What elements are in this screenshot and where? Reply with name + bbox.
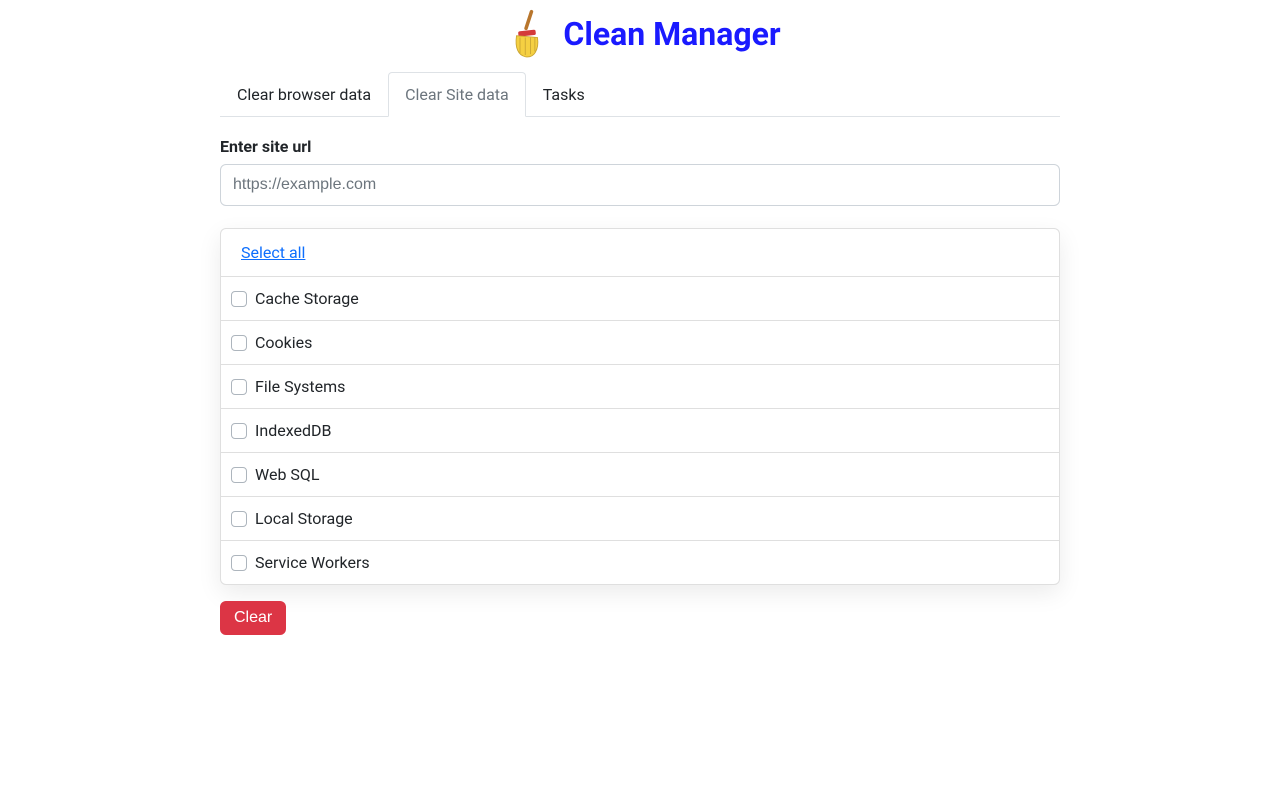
tab-content: Enter site url Select all Cache Storage … bbox=[220, 117, 1060, 635]
checkbox-cache-storage[interactable] bbox=[231, 291, 247, 307]
option-label: IndexedDB bbox=[255, 421, 331, 440]
option-label: Cache Storage bbox=[255, 289, 359, 308]
app-container: Clean Manager Clear browser data Clear S… bbox=[210, 0, 1070, 635]
list-item[interactable]: Service Workers bbox=[221, 540, 1059, 584]
list-item[interactable]: Web SQL bbox=[221, 452, 1059, 496]
checkbox-local-storage[interactable] bbox=[231, 511, 247, 527]
list-item[interactable]: File Systems bbox=[221, 364, 1059, 408]
checkbox-service-workers[interactable] bbox=[231, 555, 247, 571]
options-list: Cache Storage Cookies File Systems Index… bbox=[221, 277, 1059, 584]
site-url-input[interactable] bbox=[220, 164, 1060, 206]
main-tabs: Clear browser data Clear Site data Tasks bbox=[220, 72, 1060, 117]
option-label: File Systems bbox=[255, 377, 345, 396]
tab-clear-site-data[interactable]: Clear Site data bbox=[388, 72, 526, 117]
option-label: Local Storage bbox=[255, 509, 353, 528]
checkbox-file-systems[interactable] bbox=[231, 379, 247, 395]
checkbox-web-sql[interactable] bbox=[231, 467, 247, 483]
app-title: Clean Manager bbox=[563, 15, 780, 53]
options-panel: Select all Cache Storage Cookies File Sy… bbox=[220, 228, 1060, 585]
select-all-link[interactable]: Select all bbox=[241, 243, 305, 262]
app-header: Clean Manager bbox=[220, 0, 1060, 72]
checkbox-indexeddb[interactable] bbox=[231, 423, 247, 439]
checkbox-cookies[interactable] bbox=[231, 335, 247, 351]
option-label: Cookies bbox=[255, 333, 312, 352]
clear-button[interactable]: Clear bbox=[220, 601, 286, 635]
tab-clear-browser-data[interactable]: Clear browser data bbox=[220, 72, 388, 117]
tab-tasks[interactable]: Tasks bbox=[526, 72, 602, 117]
option-label: Web SQL bbox=[255, 465, 320, 484]
list-item[interactable]: IndexedDB bbox=[221, 408, 1059, 452]
option-label: Service Workers bbox=[255, 553, 370, 572]
site-url-label: Enter site url bbox=[220, 137, 1060, 156]
options-panel-header: Select all bbox=[221, 229, 1059, 277]
list-item[interactable]: Cookies bbox=[221, 320, 1059, 364]
broom-icon bbox=[499, 6, 555, 62]
list-item[interactable]: Local Storage bbox=[221, 496, 1059, 540]
list-item[interactable]: Cache Storage bbox=[221, 277, 1059, 320]
